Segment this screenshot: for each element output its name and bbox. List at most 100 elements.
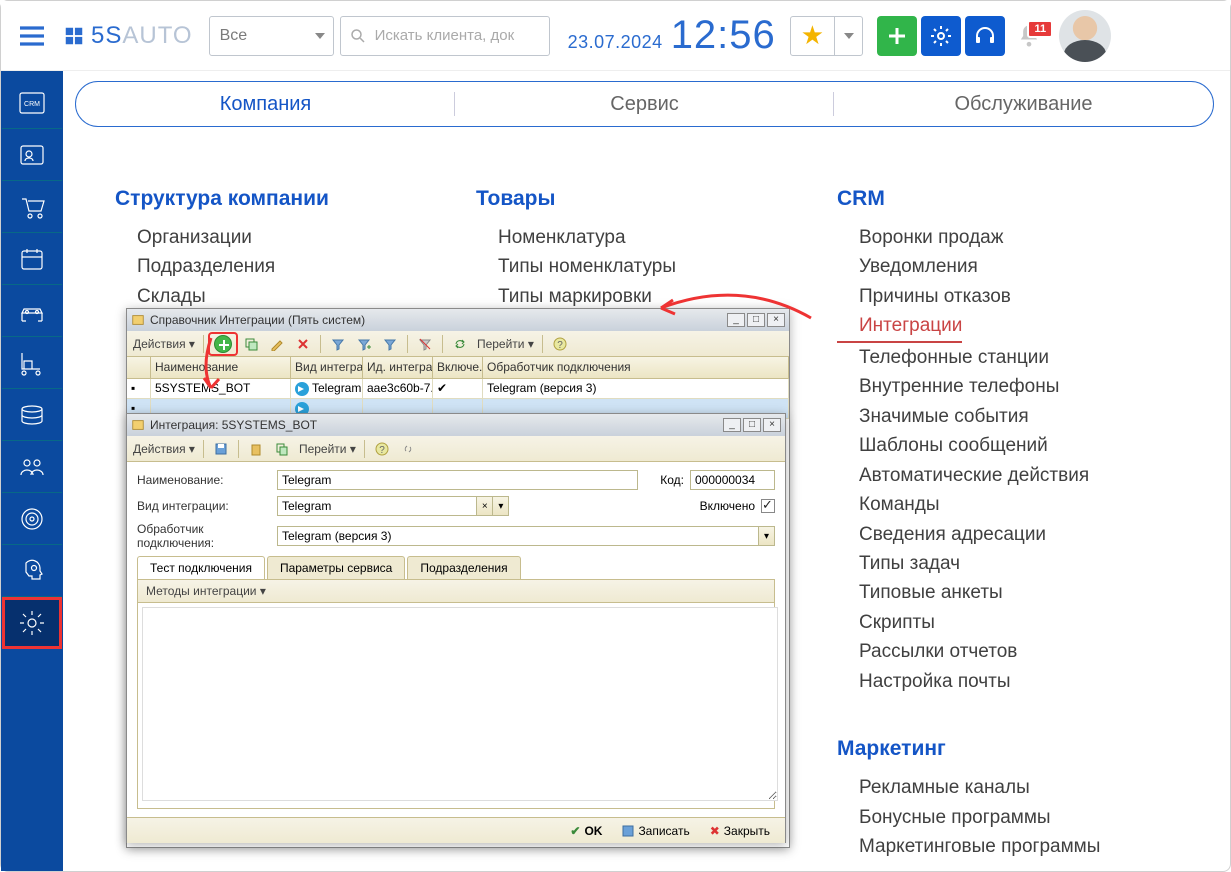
input-code[interactable] <box>690 470 775 490</box>
tab-company[interactable]: Компания <box>76 82 455 126</box>
btn-close[interactable]: ✖Закрыть <box>703 821 777 841</box>
dlg1-copy-button[interactable] <box>240 334 262 354</box>
dlg2-actions-menu[interactable]: Действия ▾ <box>131 442 197 456</box>
link-ad-channels[interactable]: Рекламные каналы <box>837 773 1174 802</box>
link-mark-types[interactable]: Типы маркировки <box>476 282 813 311</box>
search-input[interactable]: Искать клиента, док <box>340 16 550 56</box>
type-dropdown[interactable]: ▾ <box>493 496 509 516</box>
dlg1-row-1[interactable]: ▪ 5SYSTEMS_BOT Telegram aae3c60b-7... ✔ … <box>127 379 789 399</box>
sidebar-ai[interactable] <box>2 545 62 597</box>
btn-save[interactable]: Записать <box>615 821 696 841</box>
dlg2-copy-icon[interactable] <box>271 439 293 459</box>
dlg2-maximize[interactable]: □ <box>743 418 761 432</box>
link-task-types[interactable]: Типы задач <box>837 549 1174 578</box>
checkbox-enabled[interactable] <box>761 499 775 513</box>
link-auto-actions[interactable]: Автоматические действия <box>837 461 1174 490</box>
dlg1-filter1[interactable] <box>327 334 349 354</box>
add-button[interactable] <box>877 16 917 56</box>
link-scripts[interactable]: Скрипты <box>837 608 1174 637</box>
favorite-dropdown[interactable] <box>834 17 862 55</box>
col-type[interactable]: Вид интегра... <box>291 357 363 378</box>
handler-dropdown[interactable]: ▾ <box>759 526 775 546</box>
dlg2-titlebar[interactable]: Интеграция: 5SYSTEMS_BOT _ □ × <box>127 414 785 436</box>
link-notifications[interactable]: Уведомления <box>837 252 1174 281</box>
link-msg-templates[interactable]: Шаблоны сообщений <box>837 431 1174 460</box>
dlg2-paste-icon[interactable] <box>245 439 267 459</box>
dlg2-goto-menu[interactable]: Перейти ▾ <box>297 442 358 456</box>
sidebar-staff[interactable] <box>2 441 62 493</box>
link-funnels[interactable]: Воронки продаж <box>837 223 1174 252</box>
user-avatar[interactable] <box>1059 10 1111 62</box>
dlg1-minimize[interactable]: _ <box>727 313 745 327</box>
type-clear[interactable]: × <box>477 496 493 516</box>
dlg1-close[interactable]: × <box>767 313 785 327</box>
col-handler[interactable]: Обработчик подключения <box>483 357 789 378</box>
support-header-button[interactable] <box>965 16 1005 56</box>
dlg1-add-button[interactable] <box>210 334 236 354</box>
col-enabled[interactable]: Включе... <box>433 357 483 378</box>
link-events[interactable]: Значимые события <box>837 402 1174 431</box>
col-marker[interactable] <box>127 357 151 378</box>
sidebar-contacts[interactable] <box>2 129 62 181</box>
link-orgs[interactable]: Организации <box>115 223 452 252</box>
settings-header-button[interactable] <box>921 16 961 56</box>
dlg1-filter2[interactable] <box>353 334 375 354</box>
col-id[interactable]: Ид. интегра... <box>363 357 433 378</box>
test-output[interactable] <box>142 607 778 801</box>
tab-maintenance[interactable]: Обслуживание <box>834 82 1213 126</box>
dlg2-save-icon[interactable] <box>210 439 232 459</box>
dlg1-goto-menu[interactable]: Перейти ▾ <box>475 337 536 351</box>
link-nom-types[interactable]: Типы номенклатуры <box>476 252 813 281</box>
input-handler[interactable] <box>277 526 759 546</box>
sidebar-settings[interactable] <box>2 597 62 649</box>
dlg2-minimize[interactable]: _ <box>723 418 741 432</box>
dlg1-filter3[interactable] <box>379 334 401 354</box>
integration-methods-menu[interactable]: Методы интеграции ▾ <box>138 580 774 603</box>
link-integrations[interactable]: Интеграции <box>837 311 962 342</box>
dlg1-help[interactable]: ? <box>549 334 571 354</box>
favorite-star-button[interactable]: ★ <box>791 20 834 51</box>
dlg1-actions-menu[interactable]: Действия ▾ <box>131 337 197 351</box>
link-pbx[interactable]: Телефонные станции <box>837 343 1174 372</box>
sidebar-finance[interactable] <box>2 389 62 441</box>
link-mail-setup[interactable]: Настройка почты <box>837 667 1174 696</box>
dlg1-edit-button[interactable] <box>266 334 288 354</box>
tab-divisions[interactable]: Подразделения <box>407 556 520 579</box>
dlg1-refresh[interactable] <box>449 334 471 354</box>
tab-test[interactable]: Тест подключения <box>137 556 265 579</box>
col-name[interactable]: Наименование <box>151 357 291 378</box>
dlg1-delete-button[interactable] <box>292 334 314 354</box>
sidebar-crm[interactable]: CRM <box>2 77 62 129</box>
link-warehouses[interactable]: Склады <box>115 282 452 311</box>
filter-dropdown[interactable]: Все <box>209 16 334 56</box>
link-teams[interactable]: Команды <box>837 490 1174 519</box>
btn-ok[interactable]: ✔OK <box>563 821 609 841</box>
link-nomenclature[interactable]: Номенклатура <box>476 223 813 252</box>
sidebar-cart[interactable] <box>2 181 62 233</box>
section-tabs: Компания Сервис Обслуживание <box>75 81 1214 127</box>
dlg1-maximize[interactable]: □ <box>747 313 765 327</box>
hamburger-menu[interactable] <box>1 20 63 52</box>
link-addressing[interactable]: Сведения адресации <box>837 520 1174 549</box>
sidebar-calendar[interactable] <box>2 233 62 285</box>
link-refuse-reasons[interactable]: Причины отказов <box>837 282 1174 311</box>
sidebar-vehicle[interactable] <box>2 285 62 337</box>
dlg1-titlebar[interactable]: Справочник Интеграции (Пять систем) _ □ … <box>127 309 789 331</box>
input-type[interactable] <box>277 496 477 516</box>
link-bonus[interactable]: Бонусные программы <box>837 803 1174 832</box>
notifications-button[interactable]: 11 <box>1009 22 1049 50</box>
input-name[interactable] <box>277 470 638 490</box>
link-marketing-programs[interactable]: Маркетинговые программы <box>837 832 1174 861</box>
sidebar-targets[interactable] <box>2 493 62 545</box>
sidebar-warehouse[interactable] <box>2 337 62 389</box>
dlg2-close[interactable]: × <box>763 418 781 432</box>
link-internal-phones[interactable]: Внутренние телефоны <box>837 372 1174 401</box>
link-surveys[interactable]: Типовые анкеты <box>837 578 1174 607</box>
dlg1-filter-off[interactable] <box>414 334 436 354</box>
dlg2-link[interactable] <box>397 439 419 459</box>
link-divisions[interactable]: Подразделения <box>115 252 452 281</box>
tab-service[interactable]: Сервис <box>455 82 834 126</box>
dlg2-help[interactable]: ? <box>371 439 393 459</box>
tab-params[interactable]: Параметры сервиса <box>267 556 405 579</box>
link-report-mailings[interactable]: Рассылки отчетов <box>837 637 1174 666</box>
